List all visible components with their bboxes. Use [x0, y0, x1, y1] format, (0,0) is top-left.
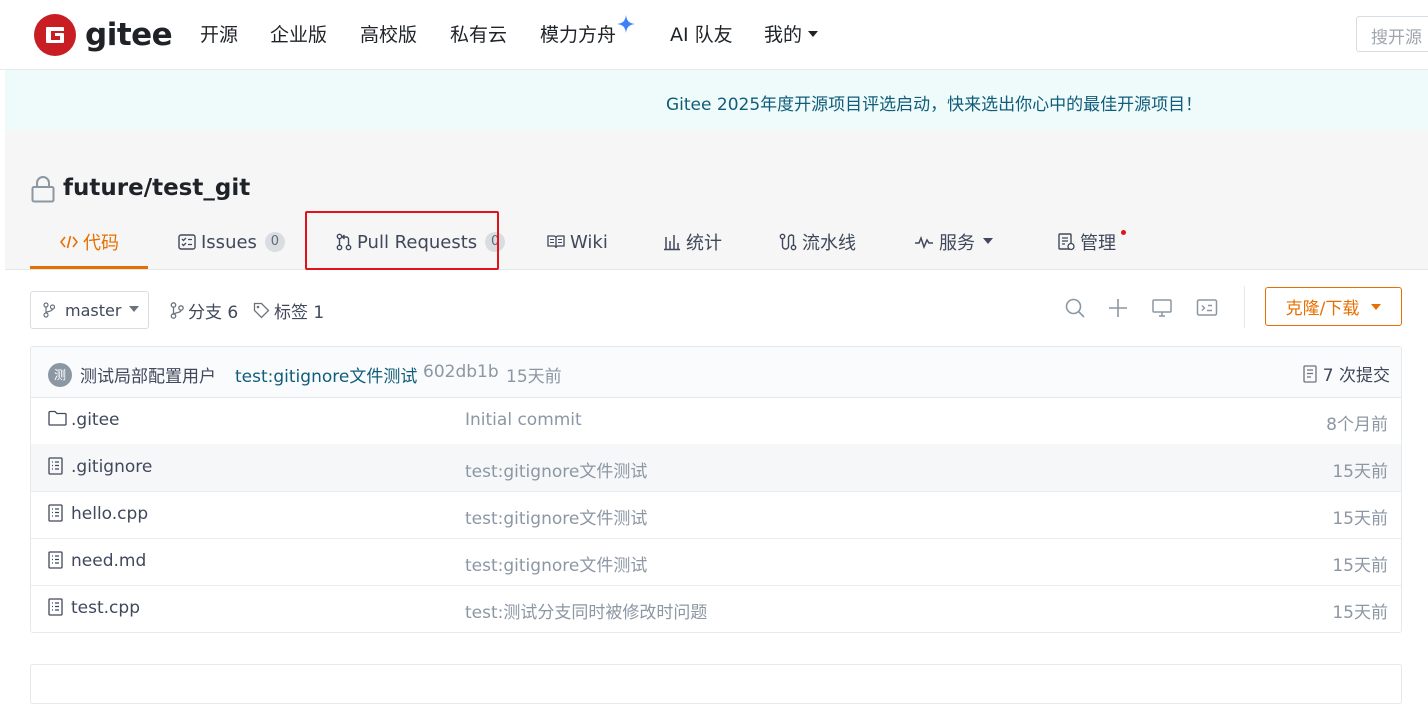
file-list: 测 测试局部配置用户 test:gitignore文件测试 602db1b 15…	[30, 346, 1402, 633]
nav-item-private-cloud[interactable]: 私有云	[450, 22, 507, 48]
tab-pipeline[interactable]: 流水线	[779, 229, 856, 255]
tab-issues-label: Issues	[201, 231, 257, 253]
caret-down-icon	[983, 237, 993, 244]
tags-count: 标签 1	[274, 303, 325, 323]
web-ide-icon[interactable]	[1151, 297, 1173, 319]
branch-icon	[170, 302, 184, 319]
gitee-logo-icon	[34, 14, 76, 56]
nav-item-education[interactable]: 高校版	[360, 22, 417, 48]
commits-icon	[1303, 364, 1317, 383]
readme-panel	[30, 664, 1402, 704]
tab-code-label: 代码	[83, 233, 119, 254]
clone-download-label: 克隆/下载	[1285, 299, 1360, 319]
nav-item-moli[interactable]: 模力方舟	[540, 22, 616, 48]
sparkle-icon	[617, 15, 635, 33]
active-tab-indicator	[30, 266, 148, 269]
search-input[interactable]: 搜开源	[1356, 16, 1428, 52]
notification-dot	[1121, 230, 1126, 235]
tab-pipeline-label: 流水线	[802, 233, 856, 254]
file-name[interactable]: .gitignore	[71, 457, 152, 477]
file-name[interactable]: hello.cpp	[71, 504, 148, 524]
branch-name: master	[65, 300, 122, 320]
pulse-icon	[915, 235, 933, 250]
nav-item-ai-teammate[interactable]: AI 队友	[670, 22, 733, 48]
code-icon	[60, 235, 78, 249]
branch-icon	[43, 302, 55, 318]
tab-wiki[interactable]: Wiki	[547, 229, 608, 255]
manage-icon	[1058, 233, 1075, 251]
banner-link[interactable]: Gitee 2025年度开源项目评选启动，快来选出你心中的最佳开源项目！	[666, 90, 1202, 115]
file-time: 15天前	[1332, 462, 1388, 482]
avatar[interactable]: 测	[48, 363, 72, 387]
tab-stats-label: 统计	[686, 233, 722, 254]
file-time: 15天前	[1332, 603, 1388, 623]
tab-wiki-label: Wiki	[570, 231, 608, 253]
file-commit-message[interactable]: Initial commit	[465, 410, 582, 430]
tags-link[interactable]: 标签 1	[253, 298, 324, 323]
issues-icon	[178, 234, 196, 250]
tag-icon	[253, 302, 270, 319]
tab-issues[interactable]: Issues 0	[178, 229, 285, 255]
file-row[interactable]: .gitee Initial commit 8个月前	[31, 397, 1401, 445]
file-name[interactable]: test.cpp	[71, 598, 140, 618]
file-icon	[48, 504, 63, 522]
tab-code[interactable]: 代码	[60, 229, 119, 255]
file-commit-message[interactable]: test:gitignore文件测试	[465, 457, 647, 482]
file-time: 15天前	[1332, 509, 1388, 529]
commit-message-link[interactable]: test:gitignore文件测试	[235, 362, 417, 387]
commit-author[interactable]: 测试局部配置用户	[80, 362, 216, 387]
repo-title[interactable]: future/test_git	[63, 175, 250, 201]
file-row[interactable]: .gitignore test:gitignore文件测试 15天前	[31, 444, 1401, 492]
file-name[interactable]: .gitee	[71, 410, 120, 430]
clone-download-button[interactable]: 克隆/下载	[1265, 287, 1402, 326]
latest-commit-bar: 测 测试局部配置用户 test:gitignore文件测试 602db1b 15…	[31, 347, 1401, 398]
file-icon	[48, 551, 63, 569]
issues-count-badge: 0	[264, 232, 285, 252]
tab-stats[interactable]: 统计	[663, 229, 722, 255]
caret-down-icon	[808, 31, 819, 37]
code-snippet-icon[interactable]	[1196, 297, 1218, 319]
file-row[interactable]: test.cpp test:测试分支同时被修改时问题 15天前	[31, 585, 1401, 632]
nav-item-mine[interactable]: 我的	[764, 22, 819, 48]
brand-name: gitee	[85, 17, 173, 53]
file-time: 15天前	[1332, 556, 1388, 576]
folder-icon	[48, 410, 67, 426]
file-row[interactable]: need.md test:gitignore文件测试 15天前	[31, 538, 1401, 586]
commit-time: 15天前	[506, 367, 562, 387]
file-commit-message[interactable]: test:gitignore文件测试	[465, 551, 647, 576]
nav-item-mine-label: 我的	[764, 24, 803, 46]
nav-item-open-source[interactable]: 开源	[200, 22, 238, 48]
add-file-icon[interactable]	[1107, 297, 1129, 319]
file-icon	[48, 598, 63, 616]
file-icon	[48, 457, 63, 475]
branch-selector[interactable]: master	[30, 291, 149, 329]
commits-count: 7 次提交	[1322, 366, 1390, 386]
lock-icon	[31, 176, 55, 203]
book-icon	[547, 235, 565, 249]
commits-count-link[interactable]: 7 次提交	[1303, 361, 1390, 386]
pipeline-icon	[779, 233, 797, 251]
branches-count: 分支 6	[188, 303, 239, 323]
file-name[interactable]: need.md	[71, 551, 146, 571]
file-commit-message[interactable]: test:gitignore文件测试	[465, 504, 647, 529]
tab-manage[interactable]: 管理	[1058, 229, 1116, 255]
search-icon[interactable]	[1064, 297, 1086, 319]
tab-services-label: 服务	[939, 233, 975, 254]
top-navbar: gitee 开源 企业版 高校版 私有云 模力方舟 AI 队友 我的 搜开源	[0, 0, 1428, 70]
toolbar-divider	[1244, 286, 1245, 328]
announcement-banner: Gitee 2025年度开源项目评选启动，快来选出你心中的最佳开源项目！	[5, 70, 1428, 130]
file-time: 8个月前	[1326, 415, 1388, 435]
file-commit-message[interactable]: test:测试分支同时被修改时问题	[465, 598, 707, 623]
caret-down-icon	[1371, 303, 1382, 310]
stats-icon	[664, 235, 680, 251]
pull-requests-highlight-box	[305, 211, 499, 270]
caret-down-icon	[129, 305, 140, 312]
gitee-logo[interactable]: gitee	[34, 14, 173, 56]
nav-item-enterprise[interactable]: 企业版	[270, 22, 327, 48]
file-row[interactable]: hello.cpp test:gitignore文件测试 15天前	[31, 491, 1401, 539]
tab-manage-label: 管理	[1080, 233, 1116, 254]
tab-services[interactable]: 服务	[914, 229, 993, 255]
branches-link[interactable]: 分支 6	[170, 298, 238, 323]
commit-sha[interactable]: 602db1b	[423, 362, 499, 382]
